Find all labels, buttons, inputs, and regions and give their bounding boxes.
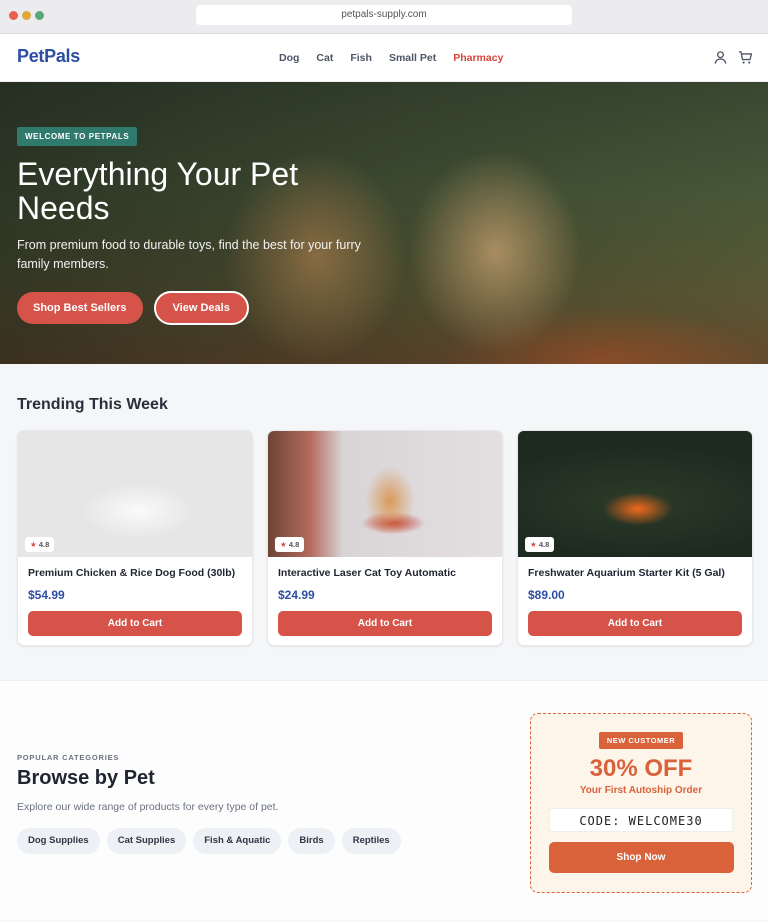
cart-icon[interactable]: [738, 50, 753, 65]
chip-reptiles[interactable]: Reptiles: [341, 828, 401, 854]
rating-badge: ★ 4.8: [525, 537, 555, 552]
hero-banner: WELCOME TO PETPALS Everything Your Pet N…: [0, 82, 768, 364]
product-card[interactable]: ★ 4.8 Premium Chicken & Rice Dog Food (3…: [17, 430, 253, 646]
promo-code[interactable]: CODE: WELCOME30: [549, 808, 733, 832]
product-price: $24.99: [278, 588, 315, 602]
product-image[interactable]: ★ 4.8: [268, 431, 502, 557]
chip-cat-supplies[interactable]: Cat Supplies: [106, 828, 187, 854]
product-image[interactable]: ★ 4.8: [18, 431, 252, 557]
product-grid: ★ 4.8 Premium Chicken & Rice Dog Food (3…: [17, 430, 753, 646]
product-card[interactable]: ★ 4.8 Interactive Laser Cat Toy Automati…: [267, 430, 503, 646]
category-chips: Dog Supplies Cat Supplies Fish & Aquatic…: [17, 828, 401, 854]
categories-section: POPULAR CATEGORIES Browse by Pet Explore…: [0, 680, 768, 920]
nav-fish[interactable]: Fish: [350, 52, 372, 64]
nav-pharmacy[interactable]: Pharmacy: [453, 52, 503, 64]
product-image[interactable]: ★ 4.8: [518, 431, 752, 557]
rating-badge: ★ 4.8: [275, 537, 305, 552]
trending-title: Trending This Week: [17, 396, 168, 413]
user-icon[interactable]: [713, 50, 728, 65]
address-bar[interactable]: petpals-supply.com: [196, 5, 572, 25]
nav-small-pet[interactable]: Small Pet: [389, 52, 436, 64]
main-nav: Dog Cat Fish Small Pet Pharmacy: [279, 52, 520, 64]
new-customer-badge: NEW CUSTOMER: [598, 732, 684, 749]
product-name[interactable]: Freshwater Aquarium Starter Kit (5 Gal): [528, 567, 742, 583]
star-icon: ★: [280, 540, 287, 549]
star-icon: ★: [530, 540, 537, 549]
promo-subline: Your First Autoship Order: [579, 785, 703, 796]
chip-dog-supplies[interactable]: Dog Supplies: [17, 828, 100, 854]
product-card[interactable]: ★ 4.8 Freshwater Aquarium Starter Kit (5…: [517, 430, 753, 646]
product-name[interactable]: Interactive Laser Cat Toy Automatic: [278, 567, 492, 583]
view-deals-button[interactable]: View Deals: [153, 291, 249, 325]
add-to-cart-button[interactable]: Add to Cart: [528, 611, 742, 636]
shop-now-button[interactable]: Shop Now: [548, 842, 734, 873]
close-window-dot[interactable]: [9, 11, 18, 20]
chip-fish-aquatic[interactable]: Fish & Aquatic: [193, 828, 282, 854]
nav-cat[interactable]: Cat: [316, 52, 333, 64]
product-price: $54.99: [28, 588, 65, 602]
add-to-cart-button[interactable]: Add to Cart: [278, 611, 492, 636]
hero-buttons: Shop Best Sellers View Deals: [17, 291, 377, 325]
product-name[interactable]: Premium Chicken & Rice Dog Food (30lb): [28, 567, 242, 583]
chip-birds[interactable]: Birds: [288, 828, 335, 854]
hero-subtitle: From premium food to durable toys, find …: [17, 238, 361, 271]
browse-title: Browse by Pet: [17, 767, 155, 789]
product-price: $89.00: [528, 588, 565, 602]
trending-section: Trending This Week ★ 4.8 Premium Chicken…: [0, 364, 768, 680]
welcome-badge: WELCOME TO PETPALS: [17, 127, 138, 146]
hero-content: WELCOME TO PETPALS Everything Your Pet N…: [17, 126, 377, 325]
star-icon: ★: [30, 540, 37, 549]
site-logo[interactable]: PetPals: [17, 46, 80, 67]
maximize-window-dot[interactable]: [35, 11, 44, 20]
header-actions: [713, 50, 753, 65]
browse-subtitle: Explore our wide range of products for e…: [17, 801, 279, 813]
categories-eyebrow: POPULAR CATEGORIES: [17, 753, 120, 762]
nav-dog[interactable]: Dog: [279, 52, 299, 64]
promo-card: NEW CUSTOMER 30% OFF Your First Autoship…: [530, 713, 752, 893]
hero-title: Everything Your Pet Needs: [17, 156, 299, 226]
site-header: PetPals Dog Cat Fish Small Pet Pharmacy: [0, 34, 768, 82]
shop-best-sellers-button[interactable]: Shop Best Sellers: [17, 292, 143, 324]
minimize-window-dot[interactable]: [22, 11, 31, 20]
add-to-cart-button[interactable]: Add to Cart: [28, 611, 242, 636]
rating-badge: ★ 4.8: [25, 537, 55, 552]
promo-headline: 30% OFF: [589, 755, 693, 782]
browser-chrome: petpals-supply.com: [0, 0, 768, 34]
